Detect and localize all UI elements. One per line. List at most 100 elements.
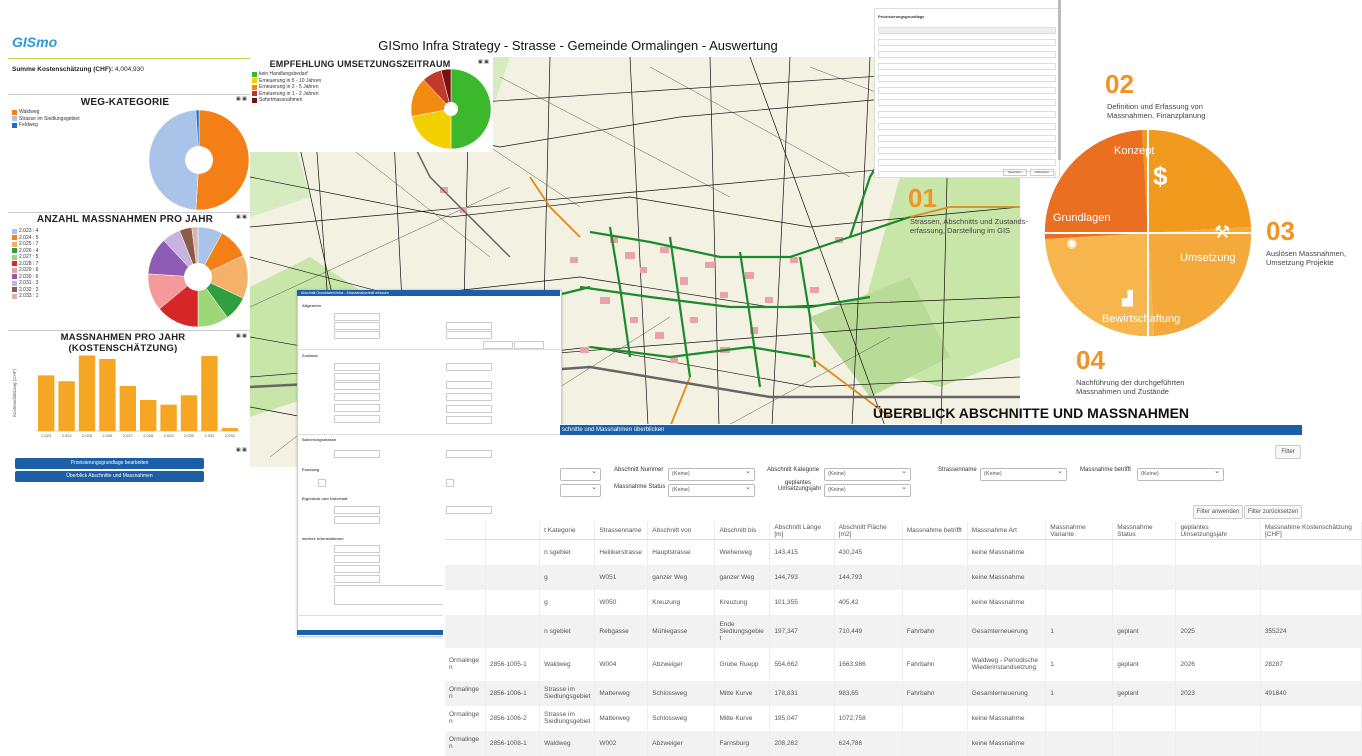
- prio-input[interactable]: [878, 135, 1056, 142]
- table-row[interactable]: n sgebiet Rebgasse Mühlegasse Ende Siedlung…: [445, 614, 1362, 648]
- prio-input[interactable]: [878, 111, 1056, 118]
- table-cell: Fahrbahn: [902, 680, 968, 706]
- form-input[interactable]: [334, 450, 380, 458]
- worker-icon: ⚒: [1214, 222, 1231, 242]
- prio-input[interactable]: [878, 75, 1056, 82]
- table-cell: [1112, 589, 1177, 615]
- table-header[interactable]: [485, 522, 541, 540]
- filter-massnahme-status[interactable]: (Keine): [668, 482, 755, 497]
- table-cell: geplant: [1112, 647, 1177, 681]
- form-input[interactable]: [446, 363, 492, 371]
- bar: [180, 395, 198, 431]
- table-row[interactable]: g W051 ganzer Weg ganzer Weg 144,793 144,793 k…: [445, 564, 1362, 590]
- table-cell: [1045, 564, 1114, 590]
- form-input[interactable]: [334, 322, 380, 330]
- form-input[interactable]: [334, 506, 380, 514]
- table-header[interactable]: Massnahme Art: [967, 522, 1047, 540]
- pie-hole: [185, 146, 213, 174]
- prio-input[interactable]: [878, 147, 1056, 154]
- table-header[interactable]: Strassenname: [594, 522, 649, 540]
- table-cell: 143,415: [769, 539, 835, 565]
- table-row[interactable]: n sgebiet Heilikerstrasse Hauptstrasse Weih…: [445, 539, 1362, 565]
- panel-controls-icon[interactable]: ▣ ▣: [236, 96, 247, 102]
- table-header-row: t Kategorie Strassenname Abschnitt von Absc…: [445, 522, 1362, 540]
- form-input[interactable]: [446, 322, 492, 330]
- form-button[interactable]: [483, 341, 513, 349]
- prio-input[interactable]: [878, 99, 1056, 106]
- prio-input[interactable]: [878, 51, 1056, 58]
- form-input[interactable]: [446, 416, 492, 424]
- form-input[interactable]: [446, 506, 492, 514]
- x-tick-label: 2,023: [41, 433, 52, 438]
- table-header[interactable]: Abschnitt Fläche [m2]: [834, 522, 903, 540]
- form-input[interactable]: [334, 382, 380, 390]
- prio-input[interactable]: [878, 27, 1056, 34]
- apply-filter-button[interactable]: Filter anwenden: [1193, 505, 1243, 519]
- table-row[interactable]: Ormalinge n 2856-1006-2 Strasse im Siedlun…: [445, 705, 1362, 731]
- form-input[interactable]: [446, 393, 492, 401]
- table-header[interactable]: geplantes Umsetzungsjahr: [1175, 522, 1261, 540]
- table-header[interactable]: Massnahme Status: [1112, 522, 1177, 540]
- prio-input[interactable]: [878, 39, 1056, 46]
- form-input[interactable]: [334, 331, 380, 339]
- prio-save-button[interactable]: Speichern: [1003, 169, 1027, 176]
- table-cell: Mitte Kurve: [714, 705, 771, 731]
- form-input[interactable]: [446, 405, 492, 413]
- form-input[interactable]: [334, 313, 380, 321]
- form-input[interactable]: [334, 415, 380, 423]
- filter-strassenname[interactable]: (Keine): [980, 466, 1067, 481]
- form-input[interactable]: [334, 575, 380, 583]
- step-text: Strassen, Abschnitts und Zustands-erfass…: [910, 217, 1028, 235]
- checkbox[interactable]: [446, 479, 454, 487]
- table-row[interactable]: Ormalinge n 2856-1005-1 Waldweg W004 Abzweig…: [445, 647, 1362, 681]
- form-input[interactable]: [334, 393, 380, 401]
- table-cell: W051: [594, 564, 649, 590]
- form-input[interactable]: [334, 373, 380, 381]
- filter-massnahme-betrifft[interactable]: (Keine): [1137, 466, 1224, 481]
- prio-input[interactable]: [878, 63, 1056, 70]
- table-cell: Strasse im Siedlungsgebiet: [539, 680, 596, 706]
- form-input[interactable]: [334, 404, 380, 412]
- overview-button[interactable]: Überblick Abschnitte und Massnahmen: [15, 471, 204, 482]
- table-header[interactable]: Abschnitt bis: [714, 522, 771, 540]
- form-input[interactable]: [446, 381, 492, 389]
- table-row[interactable]: Ormalinge n 2856-1006-1 Strasse im Siedlun…: [445, 680, 1362, 706]
- table-header[interactable]: Massnahme betrifft: [902, 522, 968, 540]
- table-header[interactable]: Massnahme Variante: [1045, 522, 1114, 540]
- table-row[interactable]: Ormalinge n 2856-1008-1 Waldweg W002 Abzweig…: [445, 730, 1362, 756]
- anzahl-title: ANZAHL MASSNAHMEN PRO JAHR: [36, 214, 214, 225]
- form-button[interactable]: [514, 341, 544, 349]
- panel-controls-icon[interactable]: ▣ ▣: [478, 59, 489, 65]
- form-input[interactable]: [334, 565, 380, 573]
- table-header[interactable]: t Kategorie: [539, 522, 596, 540]
- table-cell: [1175, 589, 1261, 615]
- prio-input[interactable]: [878, 159, 1056, 166]
- prio-input[interactable]: [878, 87, 1056, 94]
- filter-select-partial[interactable]: [560, 482, 601, 497]
- filter-abschnitt-nummer[interactable]: (Keine): [668, 466, 755, 481]
- reset-filter-button[interactable]: Filter zurücksetzen: [1244, 505, 1302, 519]
- table-row[interactable]: g W050 Kreuzung Kreuzung 101,355 405,42 keine …: [445, 589, 1362, 615]
- form-input[interactable]: [334, 516, 380, 524]
- form-input[interactable]: [446, 450, 492, 458]
- checkbox[interactable]: [318, 479, 326, 487]
- table-header[interactable]: Massnahme Kostenschätzung [CHF]: [1260, 522, 1362, 540]
- prio-button[interactable]: Priorisierungsgrundlage bearbeiten: [15, 458, 204, 469]
- form-input[interactable]: [446, 331, 492, 339]
- form-input[interactable]: [334, 545, 380, 553]
- table-header[interactable]: Abschnitt Länge [m]: [769, 522, 835, 540]
- filter-select-partial[interactable]: [560, 466, 601, 481]
- prio-input[interactable]: [878, 123, 1056, 130]
- table-cell: Rebgasse: [594, 614, 649, 648]
- panel-controls-icon[interactable]: ▣ ▣: [236, 214, 247, 220]
- panel-controls-icon[interactable]: ▣ ▣: [236, 447, 247, 453]
- table-header[interactable]: Abschnitt von: [647, 522, 716, 540]
- filter-umsetzungsjahr[interactable]: (Keine): [824, 482, 911, 497]
- filter-abschnitt-kategorie[interactable]: (Keine): [824, 466, 911, 481]
- filter-button[interactable]: Filter: [1275, 445, 1301, 459]
- form-input[interactable]: [334, 555, 380, 563]
- form-input[interactable]: [334, 363, 380, 371]
- panel-controls-icon[interactable]: ▣ ▣: [236, 333, 247, 339]
- table-header[interactable]: [445, 522, 486, 540]
- table-cell: [1175, 730, 1261, 756]
